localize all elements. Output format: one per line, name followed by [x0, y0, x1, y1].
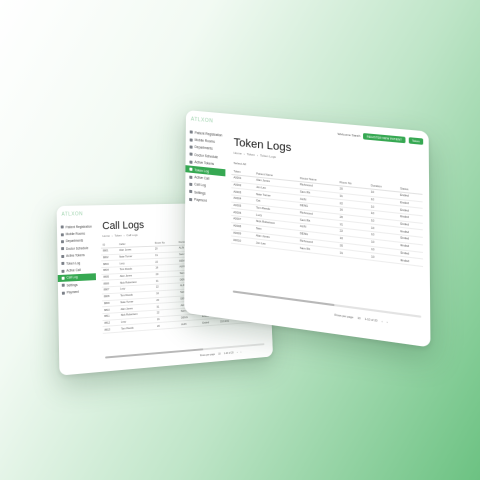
sidebar-item-label: Patient Registration	[65, 224, 92, 230]
page-range: 1-10 of 20	[364, 317, 378, 323]
next-page-icon[interactable]: ›	[387, 321, 388, 324]
sidebar-item-label: Active Call	[66, 268, 81, 273]
sidebar-item-label: Settings	[66, 282, 78, 288]
breadcrumb-item[interactable]: Home	[102, 234, 109, 238]
register-patient-button[interactable]: REGISTER NEW PATIENT	[363, 133, 406, 144]
room-icon	[60, 232, 64, 236]
pagination: Rows per page 10 1-10 of 20 ‹ ›	[331, 313, 387, 324]
table-cell: ALIN	[179, 319, 201, 328]
call-log-icon	[189, 182, 193, 186]
table-cell: Ended	[200, 318, 219, 327]
sidebar-item-label: Doctor Schedule	[65, 246, 89, 251]
gear-icon	[61, 283, 65, 288]
page-range: 1-10 of 20	[223, 351, 234, 356]
table-cell: 20	[155, 321, 180, 330]
list-icon	[189, 167, 193, 172]
sidebar-item-label: Token Log	[66, 260, 81, 266]
token-button[interactable]: Token	[408, 137, 424, 145]
sidebar-item-label: Call Log	[194, 182, 206, 188]
breadcrumb-separator-icon: ›	[111, 233, 113, 238]
sidebar: Patient Registration Mobile Rooms Departme…	[57, 223, 96, 297]
sidebar-item-label: Active Call	[194, 175, 210, 181]
breadcrumb-separator-icon: ›	[123, 233, 125, 238]
calendar-icon	[189, 152, 193, 157]
list-icon	[61, 262, 65, 266]
rows-per-page-select[interactable]: 10	[218, 353, 221, 356]
user-icon	[60, 225, 64, 229]
sidebar-item-label: Mobile Rooms	[65, 231, 86, 237]
top-bar: Welcome Sarah REGISTER NEW PATIENT Token	[337, 131, 424, 145]
horizontal-scrollbar[interactable]	[232, 290, 422, 318]
table-cell: 8813	[102, 325, 120, 334]
breadcrumb-item: Call Logs	[126, 232, 138, 238]
breadcrumb-item[interactable]: Token	[247, 152, 255, 157]
page-title: Call Logs	[102, 219, 145, 233]
pagination: Rows per page 10 1-10 of 20 ‹ ›	[197, 351, 241, 358]
user-icon	[189, 130, 193, 134]
sidebar-item-label: Active Tokens	[66, 253, 85, 259]
filter-select[interactable]: Select All	[234, 161, 247, 166]
sidebar-item-label: Call Log	[66, 275, 78, 281]
sidebar-item-label: Payment	[66, 290, 79, 295]
building-icon	[61, 240, 64, 244]
app-logo: ATLXON	[61, 211, 84, 218]
sidebar: Patient Registration Mobile Rooms Departme…	[185, 128, 226, 207]
sidebar-item-label: Settings	[194, 190, 206, 196]
table-cell: A0010	[231, 236, 254, 246]
breadcrumb-separator-icon: ›	[243, 151, 245, 156]
phone-icon	[189, 175, 193, 179]
room-icon	[189, 137, 193, 142]
call-log-icon	[61, 276, 65, 280]
rows-per-page-select[interactable]: 10	[357, 317, 360, 321]
sidebar-item-payment[interactable]: Payment	[58, 287, 96, 296]
token-logs-window: ATLXON Patient Registration Mobile Rooms D…	[184, 110, 431, 348]
card-icon	[189, 197, 193, 201]
phone-icon	[61, 269, 65, 273]
gear-icon	[189, 190, 193, 194]
breadcrumb-item: Token Logs	[260, 153, 276, 160]
rows-per-page-label: Rows per page	[334, 313, 354, 320]
rows-per-page-label: Rows per page	[199, 353, 216, 358]
table-cell: Tom Reeds	[119, 323, 156, 333]
sidebar-item-label: Departments	[65, 239, 84, 244]
building-icon	[189, 145, 193, 149]
token-icon	[61, 254, 65, 258]
breadcrumb-separator-icon: ›	[257, 153, 259, 158]
sidebar-item-label: Payment	[194, 197, 207, 204]
breadcrumb-item[interactable]: Token	[114, 233, 121, 237]
prev-page-icon[interactable]: ‹	[237, 351, 238, 354]
card-icon	[61, 291, 65, 295]
breadcrumb: Home › Token › Call Logs	[102, 233, 139, 238]
app-logo: ATLXON	[190, 116, 214, 125]
welcome-text: Welcome Sarah	[337, 131, 361, 139]
breadcrumb-item[interactable]: Home	[234, 151, 242, 156]
next-page-icon[interactable]: ›	[241, 351, 242, 354]
token-log-table: Token Patient Name Doctor Name Room No Durat…	[231, 167, 424, 267]
sidebar-item-label: Departments	[194, 145, 213, 152]
token-icon	[189, 160, 193, 164]
sidebar-item-label: Token Log	[194, 167, 210, 174]
calendar-icon	[61, 247, 65, 251]
prev-page-icon[interactable]: ‹	[382, 320, 383, 323]
